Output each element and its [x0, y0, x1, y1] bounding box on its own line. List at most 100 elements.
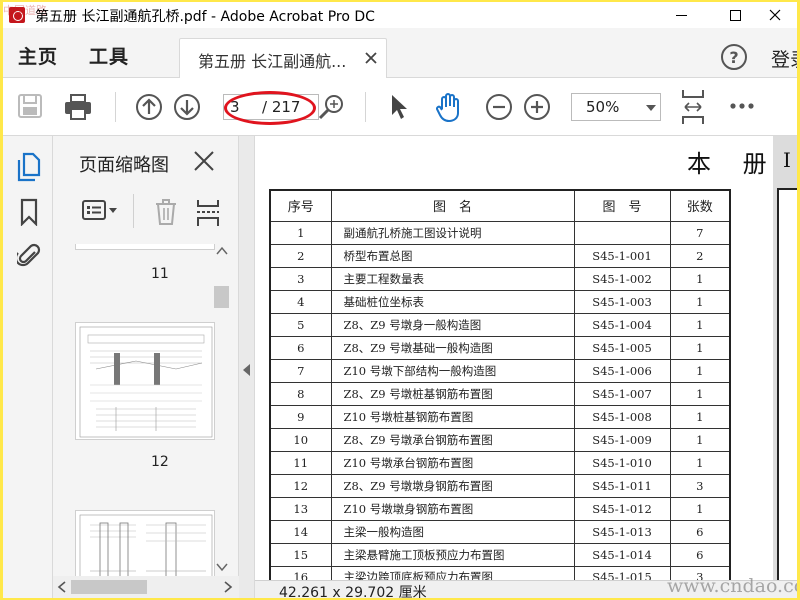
table-cell: Z8、Z9 号墩承台钢筋布置图 [330, 427, 575, 452]
menu-home[interactable]: 主页 [18, 42, 58, 69]
table-cell: 7 [669, 220, 731, 245]
table-cell: 2 [669, 243, 731, 268]
table-cell: Z8、Z9 号墩墩身钢筋布置图 [330, 473, 575, 498]
acrobat-window: 中国道路 第五册 长江副通航孔桥.pdf - Adobe Acrobat Pro… [3, 2, 797, 598]
collapse-panel-handle[interactable] [239, 136, 255, 598]
thumbnails-panel-title: 页面缩略图 [79, 155, 169, 176]
cursor-arrow-icon [392, 95, 407, 119]
close-icon [769, 9, 781, 21]
maximize-button[interactable] [713, 2, 757, 28]
hand-icon [436, 93, 459, 122]
zoom-in-button[interactable] [523, 93, 551, 121]
arrow-up-circle-icon [136, 94, 162, 120]
table-row: 9 Z10 号墩桩基钢筋布置图 S45-1-008 1 [269, 404, 731, 429]
fit-page-button[interactable] [679, 88, 707, 126]
table-row: 11 Z10 号墩承台钢筋布置图 S45-1-010 1 [269, 450, 731, 475]
table-row: 4 基础桩位坐标表 S45-1-003 1 [269, 289, 731, 314]
table-cell: S45-1-002 [573, 266, 671, 291]
table-row: 10 Z8、Z9 号墩承台钢筋布置图 S45-1-009 1 [269, 427, 731, 452]
previous-page-button[interactable] [135, 93, 163, 121]
maximize-icon [729, 9, 741, 21]
thumbnail-options-button[interactable] [81, 198, 121, 226]
close-window-button[interactable] [753, 2, 797, 28]
scrollbar-thumb[interactable] [214, 286, 229, 308]
more-dots-icon [730, 103, 754, 109]
scroll-right-arrow-icon[interactable] [223, 580, 233, 594]
document-view[interactable]: 本 册 目 序号 图 名 图 号 张数 1副通航孔桥施工图设计说明72桥型布置总… [255, 136, 797, 580]
more-tools-button[interactable] [729, 102, 755, 110]
table-cell: S45-1-004 [573, 312, 671, 337]
table-cell: 5 [269, 312, 332, 337]
drawing-catalog-table: 序号 图 名 图 号 张数 1 副通航孔桥施工图设计说明 7 2 桥型布置总图 S45-1… [269, 189, 731, 580]
table-cell: 1 [669, 404, 731, 429]
options-menu-icon [82, 200, 117, 220]
table-cell: Z10 号墩下部结构一般构造图 [330, 358, 575, 383]
status-bar: 42.261 x 29.702 厘米 www.cndao.com [255, 575, 797, 598]
save-button[interactable] [17, 93, 43, 119]
table-cell: 15 [269, 542, 332, 567]
pdf-page: 本 册 目 序号 图 名 图 号 张数 1副通航孔桥施工图设计说明72桥型布置总… [255, 136, 773, 580]
delete-pages-button[interactable] [153, 198, 179, 230]
document-tab-label: 第五册 长江副通航... [198, 52, 347, 71]
table-row: 14 主梁一般构造图 S45-1-013 6 [269, 519, 731, 544]
table-cell: 1 [669, 496, 731, 521]
extract-pages-button[interactable] [195, 198, 221, 232]
attachments-button[interactable] [14, 240, 41, 274]
column-header: 张数 [669, 189, 731, 222]
close-panel-button[interactable] [193, 150, 215, 176]
table-cell: 桥型布置总图 [330, 243, 575, 268]
minimize-button[interactable] [659, 2, 703, 28]
table-cell: Z8、Z9 号墩桩基钢筋布置图 [330, 381, 575, 406]
menu-tools[interactable]: 工具 [89, 42, 129, 69]
site-watermark: www.cndao.com [667, 575, 797, 597]
thumbnail-page-12[interactable] [75, 322, 215, 440]
table-cell: 8 [269, 381, 332, 406]
table-cell: S45-1-001 [573, 243, 671, 268]
thumbnails-horizontal-scrollbar[interactable] [53, 576, 239, 598]
print-button[interactable] [63, 93, 93, 121]
table-cell: 主梁一般构造图 [330, 519, 575, 544]
title-bar: 中国道路 第五册 长江副通航孔桥.pdf - Adobe Acrobat Pro… [3, 2, 797, 28]
page-size-readout: 42.261 x 29.702 厘米 [279, 585, 427, 598]
table-cell: Z10 号墩墩身钢筋布置图 [330, 496, 575, 521]
table-cell: 基础桩位坐标表 [330, 289, 575, 314]
scroll-up-arrow-icon[interactable] [215, 246, 229, 256]
column-header: 图 名 [330, 189, 575, 222]
zoom-level-select[interactable]: 50% [571, 93, 661, 121]
select-tool-button[interactable] [389, 93, 411, 121]
thumbnails-vertical-scrollbar[interactable] [213, 246, 231, 572]
scroll-left-arrow-icon[interactable] [57, 580, 67, 594]
tab-close-button[interactable] [364, 50, 378, 69]
table-cell: S45-1-014 [573, 542, 671, 567]
menu-tab-bar: 主页 工具 第五册 长江副通航... ? 登录 [3, 28, 797, 78]
thumbnail-page-preview [79, 326, 213, 438]
panel-toolbar-divider [133, 194, 134, 228]
table-row: 13 Z10 号墩墩身钢筋布置图 S45-1-012 1 [269, 496, 731, 521]
zoom-level-value: 50% [586, 98, 620, 116]
table-cell: 主梁边跨顶底板预应力布置图 [330, 565, 575, 580]
scrollbar-thumb[interactable] [71, 580, 147, 594]
table-cell: 主梁悬臂施工顶板预应力布置图 [330, 542, 575, 567]
table-cell: S45-1-013 [573, 519, 671, 544]
page-thumbnails-button[interactable] [15, 152, 41, 186]
zoom-search-button[interactable] [317, 93, 345, 121]
zoom-out-button[interactable] [485, 93, 513, 121]
document-tab[interactable]: 第五册 长江副通航... [179, 38, 387, 78]
close-icon [194, 151, 214, 171]
scroll-down-arrow-icon[interactable] [215, 562, 229, 572]
page-thumbnails-icon [17, 152, 41, 182]
next-page-button[interactable] [173, 93, 201, 121]
thumbnail-page-11[interactable] [75, 244, 215, 250]
table-row: 7 Z10 号墩下部结构一般构造图 S45-1-006 1 [269, 358, 731, 383]
table-row: 16 主梁边跨顶底板预应力布置图 S45-1-015 3 [269, 565, 731, 580]
table-cell: 1 [269, 220, 332, 245]
table-cell: 9 [269, 404, 332, 429]
table-cell: 1 [669, 450, 731, 475]
hand-tool-button[interactable] [433, 93, 465, 123]
thumbnails-list[interactable]: 11 12 [53, 244, 239, 598]
table-row: 1 副通航孔桥施工图设计说明 7 [269, 220, 731, 245]
column-header: 序号 [269, 189, 332, 222]
help-icon[interactable]: ? [721, 44, 747, 70]
login-link[interactable]: 登录 [771, 45, 797, 72]
bookmarks-button[interactable] [19, 198, 39, 230]
